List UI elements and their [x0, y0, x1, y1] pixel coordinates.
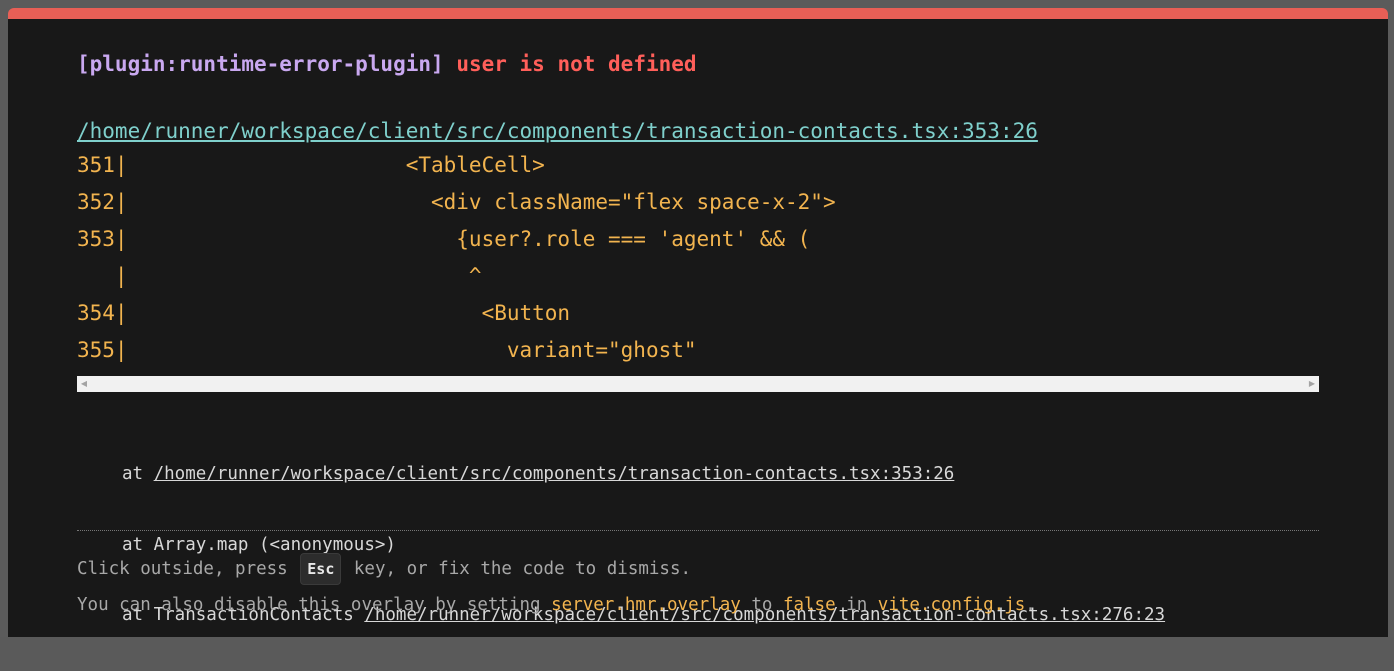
tip-text: in: [835, 595, 878, 615]
code-line: 352| <div className="flex space-x-2">: [77, 190, 836, 214]
config-key: server.hmr.overlay: [551, 595, 741, 615]
stack-frame-link[interactable]: /home/runner/workspace/client/src/compon…: [154, 464, 955, 484]
dismiss-tip: Click outside, press Esc key, or fix the…: [77, 553, 691, 585]
tip-text: key, or fix the code to dismiss.: [343, 559, 692, 579]
divider: [77, 530, 1319, 531]
scroll-right-arrow-icon[interactable]: ▶: [1305, 376, 1319, 392]
config-file: vite.config.js: [877, 595, 1026, 615]
code-frame-scrollbar[interactable]: ◀ ▶: [77, 376, 1319, 392]
code-line: 353| {user?.role === 'agent' && (: [77, 227, 811, 251]
disable-overlay-tip: You can also disable this overlay by set…: [77, 590, 1036, 620]
false-value: false: [782, 595, 836, 615]
code-line: 351| <TableCell>: [77, 153, 545, 177]
code-frame: 351| <TableCell> 352| <div className="fl…: [77, 150, 1319, 376]
error-file-link[interactable]: /home/runner/workspace/client/src/compon…: [77, 116, 1038, 146]
stack-frame-prefix: at: [122, 464, 154, 484]
stack-frame: at /home/runner/workspace/client/src/com…: [122, 459, 1165, 490]
tip-text: Click outside, press: [77, 559, 299, 579]
code-pointer-line: | ^: [77, 264, 482, 288]
tip-text: You can also disable this overlay by set…: [77, 595, 552, 615]
code-line: 354| <Button: [77, 301, 571, 325]
tip-text: to: [740, 595, 783, 615]
tip-text: .: [1025, 595, 1036, 615]
plugin-name: [plugin:runtime-error-plugin]: [77, 52, 444, 76]
scroll-left-arrow-icon[interactable]: ◀: [77, 376, 91, 392]
error-overlay: [plugin:runtime-error-plugin] user is no…: [8, 8, 1388, 637]
error-text: user is not defined: [456, 52, 697, 76]
esc-key: Esc: [300, 553, 342, 585]
stack-trace: at /home/runner/workspace/client/src/com…: [122, 419, 1165, 671]
error-message: [plugin:runtime-error-plugin] user is no…: [77, 49, 697, 79]
code-line: 355| variant="ghost": [77, 338, 697, 362]
